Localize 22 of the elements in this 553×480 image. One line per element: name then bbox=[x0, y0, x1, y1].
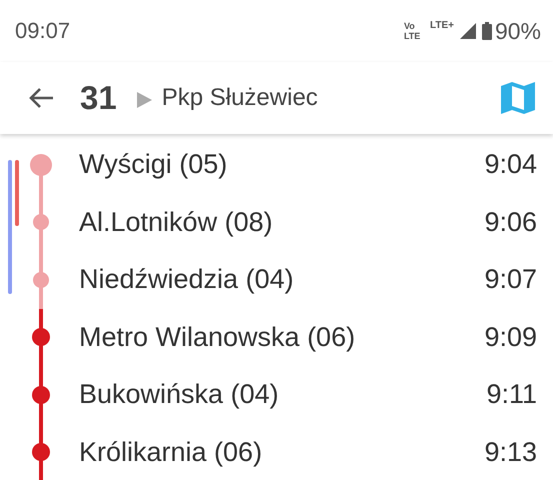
stop-name[interactable]: Niedźwiedzia (04) bbox=[79, 264, 484, 296]
stop-name[interactable]: Al.Lotników (08) bbox=[79, 206, 484, 238]
departure-time: 9:11 bbox=[486, 379, 538, 410]
signal-icon bbox=[460, 23, 476, 39]
stop-name[interactable]: Metro Wilanowska (06) bbox=[79, 322, 484, 353]
stop-name[interactable]: Królikarnia (06) bbox=[79, 436, 484, 468]
battery-icon bbox=[482, 22, 492, 40]
direction-name: Pkp Służewiec bbox=[162, 84, 319, 112]
play-triangle-icon bbox=[136, 92, 152, 108]
departure-time: 9:07 bbox=[484, 264, 538, 296]
back-arrow-icon[interactable] bbox=[28, 87, 54, 109]
network-type: LTE+ bbox=[430, 20, 454, 30]
departure-time: 9:06 bbox=[484, 206, 538, 238]
departure-time: 9:13 bbox=[484, 436, 538, 468]
stop-name[interactable]: Bukowińska (04) bbox=[79, 379, 486, 410]
line-number: 31 bbox=[80, 79, 117, 117]
departure-time: 9:09 bbox=[484, 322, 538, 353]
departure-time: 9:04 bbox=[484, 149, 538, 180]
battery-percent: 90% bbox=[494, 18, 541, 44]
stop-name[interactable]: Wyścigi (05) bbox=[79, 149, 484, 180]
volte-indicator: Vo LTE bbox=[404, 21, 422, 41]
status-time: 09:07 bbox=[15, 18, 70, 44]
